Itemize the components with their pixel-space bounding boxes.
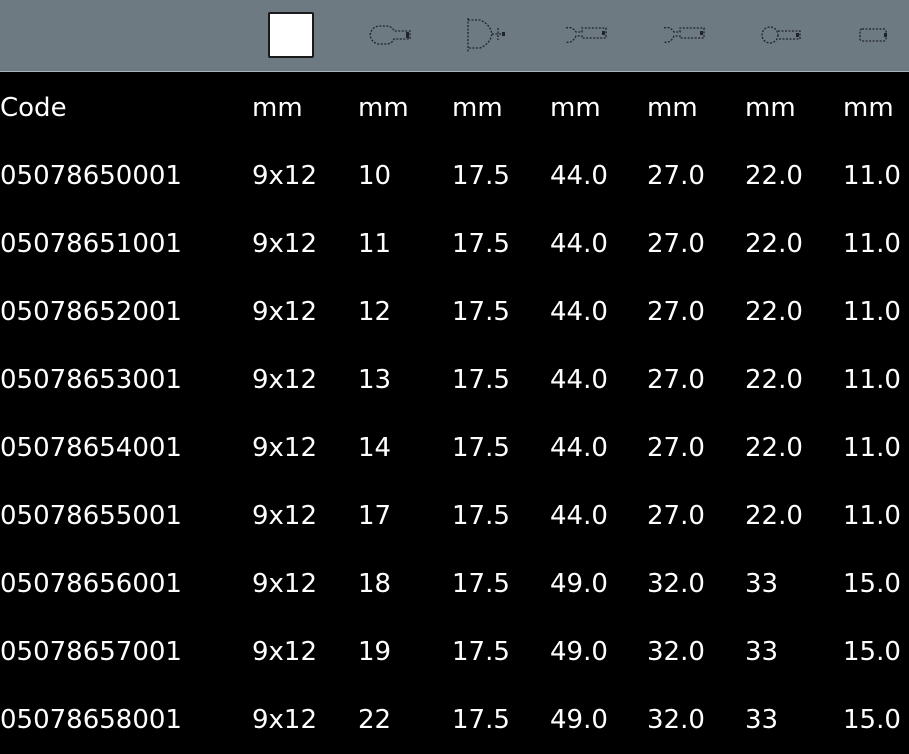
dimension-cell: 11.0 xyxy=(843,433,901,463)
dimension-cell: 9x12 xyxy=(252,637,318,667)
column-header-unit: mm xyxy=(358,93,409,123)
column-header-unit: mm xyxy=(843,93,894,123)
dimension-cell: 17 xyxy=(358,501,392,531)
dimension-cell: 44.0 xyxy=(550,501,608,531)
column-header-unit: mm xyxy=(452,93,503,123)
dimension-cell: 11.0 xyxy=(843,161,901,191)
table-row: 05078653001 9x12 13 17.5 44.0 27.0 22.0 11.0 xyxy=(0,346,909,414)
dimension-cell: 32.0 xyxy=(647,637,705,667)
dimension-cell: 44.0 xyxy=(550,297,608,327)
dimension-cell: 10 xyxy=(358,161,392,191)
product-code-cell: 05078653001 xyxy=(0,365,182,395)
dimension-cell: 9x12 xyxy=(252,569,318,599)
dimension-cell: 11.0 xyxy=(843,501,901,531)
dimension-cell: 27.0 xyxy=(647,433,705,463)
blank-square-icon xyxy=(268,12,314,58)
table-row: 05078652001 9x12 12 17.5 44.0 27.0 22.0 11.0 xyxy=(0,278,909,346)
dimension-cell: 9x12 xyxy=(252,501,318,531)
dimension-cell: 22.0 xyxy=(745,161,803,191)
column-header-unit: mm xyxy=(745,93,796,123)
dimension-cell: 17.5 xyxy=(452,569,510,599)
dimension-cell: 9x12 xyxy=(252,161,318,191)
product-code-cell: 05078657001 xyxy=(0,637,182,667)
dimension-cell: 15.0 xyxy=(843,637,901,667)
dimension-cell: 9x12 xyxy=(252,705,318,735)
dimension-cell: 33 xyxy=(745,705,779,735)
table-row: 05078656001 9x12 18 17.5 49.0 32.0 33 15.0 xyxy=(0,550,909,618)
column-header-unit: mm xyxy=(252,93,303,123)
column-header-code: Code xyxy=(0,93,67,123)
dimension-cell: 18 xyxy=(358,569,392,599)
open-end-wrench-icon xyxy=(366,12,416,58)
dimension-cell: 17.5 xyxy=(452,501,510,531)
dimension-cell: 22.0 xyxy=(745,297,803,327)
dimension-cell: 9x12 xyxy=(252,433,318,463)
handle-end-icon xyxy=(854,12,894,58)
dimension-cell: 44.0 xyxy=(550,433,608,463)
table-row: 05078651001 9x12 11 17.5 44.0 27.0 22.0 11.0 xyxy=(0,210,909,278)
dimension-cell: 9x12 xyxy=(252,229,318,259)
dimension-cell: 17.5 xyxy=(452,365,510,395)
table-row: 05078650001 9x12 10 17.5 44.0 27.0 22.0 11.0 xyxy=(0,142,909,210)
dimension-cell: 17.5 xyxy=(452,297,510,327)
dimension-cell: 17.5 xyxy=(452,705,510,735)
product-code-cell: 05078656001 xyxy=(0,569,182,599)
dimension-cell: 27.0 xyxy=(647,297,705,327)
dimension-cell: 44.0 xyxy=(550,161,608,191)
dimension-cell: 22.0 xyxy=(745,229,803,259)
spec-table: Code mm mm mm mm mm mm mm 05078650001 9x12 10 17.5 4… xyxy=(0,74,909,754)
dimension-cell: 17.5 xyxy=(452,433,510,463)
product-code-cell: 05078652001 xyxy=(0,297,182,327)
column-header-unit: mm xyxy=(647,93,698,123)
product-code-cell: 05078650001 xyxy=(0,161,182,191)
dimension-cell: 13 xyxy=(358,365,392,395)
dimension-cell: 22 xyxy=(358,705,392,735)
table-header-row: Code mm mm mm mm mm mm mm xyxy=(0,74,909,142)
open-jaw-head-icon xyxy=(660,12,710,58)
dimension-cell: 12 xyxy=(358,297,392,327)
dimension-cell: 44.0 xyxy=(550,229,608,259)
dimension-cell: 9x12 xyxy=(252,297,318,327)
dimension-cell: 44.0 xyxy=(550,365,608,395)
product-code-cell: 05078655001 xyxy=(0,501,182,531)
dimension-cell: 49.0 xyxy=(550,569,608,599)
dimension-cell: 15.0 xyxy=(843,569,901,599)
product-code-cell: 05078651001 xyxy=(0,229,182,259)
dimension-cell: 32.0 xyxy=(647,705,705,735)
table-row: 05078654001 9x12 14 17.5 44.0 27.0 22.0 11.0 xyxy=(0,414,909,482)
product-code-cell: 05078654001 xyxy=(0,433,182,463)
dimension-cell: 27.0 xyxy=(647,161,705,191)
dimension-cell: 22.0 xyxy=(745,365,803,395)
dimension-cell: 32.0 xyxy=(647,569,705,599)
dimension-cell: 14 xyxy=(358,433,392,463)
dimension-cell: 15.0 xyxy=(843,705,901,735)
table-row: 05078658001 9x12 22 17.5 49.0 32.0 33 15.0 xyxy=(0,686,909,754)
ring-head-icon xyxy=(756,12,806,58)
dimension-cell: 22.0 xyxy=(745,433,803,463)
dimension-cell: 49.0 xyxy=(550,637,608,667)
dimension-cell: 33 xyxy=(745,569,779,599)
dimension-cell: 11.0 xyxy=(843,365,901,395)
dimension-cell: 49.0 xyxy=(550,705,608,735)
dimension-cell: 19 xyxy=(358,637,392,667)
socket-profile-icon xyxy=(460,12,510,58)
column-header-unit: mm xyxy=(550,93,601,123)
dimension-cell: 17.5 xyxy=(452,161,510,191)
dimension-cell: 11 xyxy=(358,229,392,259)
dimension-cell: 17.5 xyxy=(452,229,510,259)
dimension-cell: 9x12 xyxy=(252,365,318,395)
dimension-cell: 27.0 xyxy=(647,229,705,259)
dimension-cell: 11.0 xyxy=(843,297,901,327)
dimension-cell: 11.0 xyxy=(843,229,901,259)
table-row: 05078657001 9x12 19 17.5 49.0 32.0 33 15.0 xyxy=(0,618,909,686)
dimension-cell: 17.5 xyxy=(452,637,510,667)
open-jaw-head-icon xyxy=(562,12,612,58)
dimension-cell: 33 xyxy=(745,637,779,667)
table-row: 05078655001 9x12 17 17.5 44.0 27.0 22.0 11.0 xyxy=(0,482,909,550)
dimension-cell: 27.0 xyxy=(647,365,705,395)
dimension-cell: 22.0 xyxy=(745,501,803,531)
product-code-cell: 05078658001 xyxy=(0,705,182,735)
icon-header-bar xyxy=(0,0,909,72)
dimension-cell: 27.0 xyxy=(647,501,705,531)
